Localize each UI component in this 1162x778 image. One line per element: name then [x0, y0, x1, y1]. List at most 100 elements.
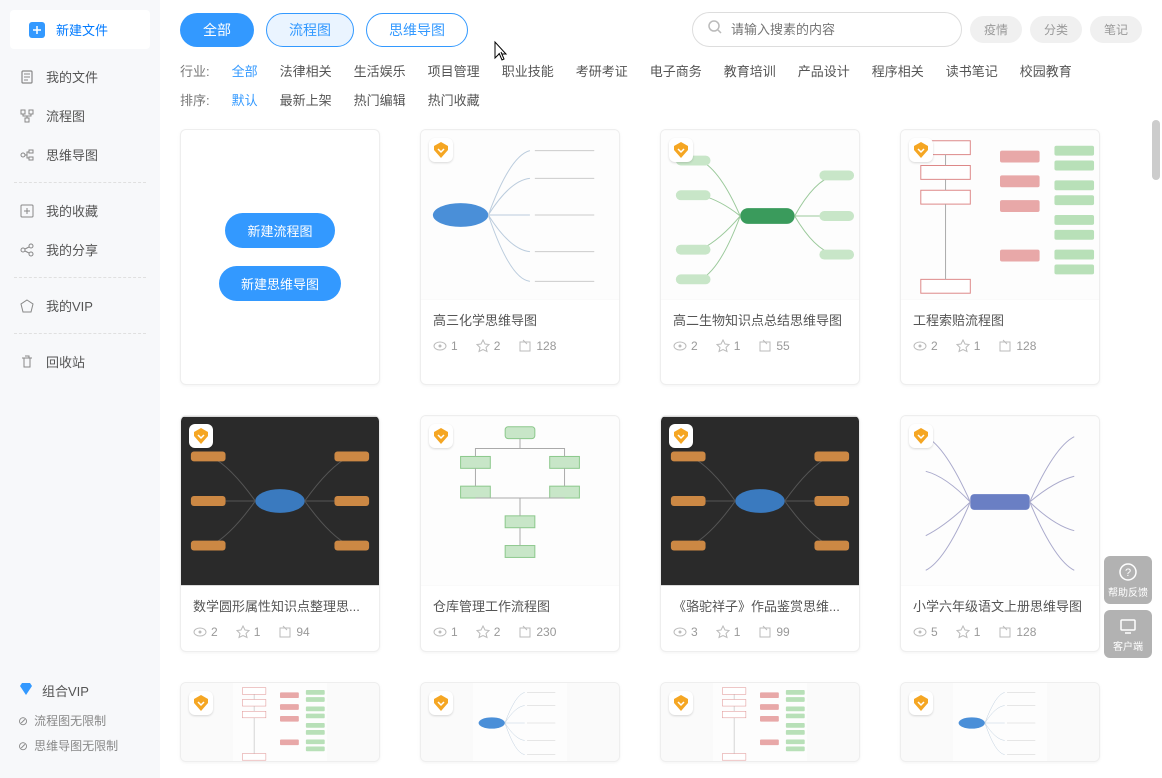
vip-badge-icon — [909, 138, 933, 162]
filter-industry-0[interactable]: 全部 — [232, 61, 258, 80]
filter-sort-1[interactable]: 最新上架 — [280, 90, 332, 109]
card-title: 高二生物知识点总结思维导图 — [673, 310, 847, 329]
template-card[interactable]: 小学六年级语文上册思维导图 5 1 128 — [900, 415, 1100, 652]
stars-stat: 2 — [476, 339, 501, 353]
views-stat: 2 — [913, 339, 938, 353]
filter-sort-3[interactable]: 热门收藏 — [428, 90, 480, 109]
filter-sort-0[interactable]: 默认 — [232, 90, 258, 109]
filter-industry-4[interactable]: 职业技能 — [502, 61, 554, 80]
sidebar-item-vip[interactable]: 我的VIP — [0, 286, 160, 325]
template-card[interactable] — [900, 682, 1100, 762]
label: 组合VIP — [42, 681, 89, 700]
template-card[interactable]: 《骆驼祥子》作品鉴赏思维... 3 1 99 — [660, 415, 860, 652]
new-file-button[interactable]: 新建文件 — [10, 10, 150, 49]
uses-stat: 128 — [518, 339, 556, 353]
uses-stat: 128 — [998, 339, 1036, 353]
sidebar-item-mindmap[interactable]: 思维导图 — [0, 135, 160, 174]
sort-filter: 排序: 默认 最新上架 热门编辑 热门收藏 — [180, 90, 1142, 109]
card-thumbnail — [661, 416, 859, 586]
card-title: 小学六年级语文上册思维导图 — [913, 596, 1087, 615]
label: 我的收藏 — [46, 201, 98, 220]
sidebar-item-myfiles[interactable]: 我的文件 — [0, 57, 160, 96]
scrollbar[interactable] — [1152, 120, 1160, 180]
sort-label: 排序: — [180, 90, 210, 109]
tag-epidemic[interactable]: 疫情 — [970, 16, 1022, 43]
label: 思维导图 — [46, 145, 98, 164]
label: 流程图 — [46, 106, 85, 125]
card-thumbnail — [421, 683, 619, 762]
template-card[interactable]: 工程索赔流程图 2 1 128 — [900, 129, 1100, 385]
vip-flow-item: ⊘ 流程图无限制 — [0, 708, 160, 733]
template-card[interactable]: 高二生物知识点总结思维导图 2 1 55 — [660, 129, 860, 385]
uses-stat: 230 — [518, 625, 556, 639]
label: 我的文件 — [46, 67, 98, 86]
card-thumbnail — [901, 130, 1099, 300]
filter-industry-9[interactable]: 程序相关 — [872, 61, 924, 80]
plus-icon — [28, 21, 46, 39]
uses-stat: 55 — [758, 339, 789, 353]
stars-stat: 1 — [716, 339, 741, 353]
template-card[interactable] — [180, 682, 380, 762]
filter-industry-11[interactable]: 校园教育 — [1020, 61, 1072, 80]
sidebar-item-favorites[interactable]: 我的收藏 — [0, 191, 160, 230]
industry-label: 行业: — [180, 61, 210, 80]
label: 我的分享 — [46, 240, 98, 259]
vip-badge-icon — [669, 424, 693, 448]
label: 回收站 — [46, 352, 85, 371]
search-input[interactable] — [731, 22, 947, 37]
filter-industry-7[interactable]: 教育培训 — [724, 61, 776, 80]
diamond-icon — [18, 681, 34, 700]
template-card[interactable]: 数学圆形属性知识点整理思... 2 1 94 — [180, 415, 380, 652]
float-buttons: ? 帮助反馈 客户端 — [1104, 556, 1152, 658]
sidebar-item-flowchart[interactable]: 流程图 — [0, 96, 160, 135]
help-feedback-button[interactable]: ? 帮助反馈 — [1104, 556, 1152, 604]
views-stat: 3 — [673, 625, 698, 639]
tab-all[interactable]: 全部 — [180, 13, 254, 47]
tag-category[interactable]: 分类 — [1030, 16, 1082, 43]
tab-flowchart[interactable]: 流程图 — [266, 13, 354, 47]
new-mindmap-button[interactable]: 新建思维导图 — [219, 266, 341, 301]
card-thumbnail — [181, 683, 379, 762]
filter-industry-5[interactable]: 考研考证 — [576, 61, 628, 80]
share-icon — [18, 241, 36, 259]
vip-badge-icon — [189, 691, 213, 715]
tag-notes[interactable]: 笔记 — [1090, 16, 1142, 43]
views-stat: 1 — [433, 625, 458, 639]
search-box — [692, 12, 962, 47]
template-card[interactable] — [660, 682, 860, 762]
mindmap-icon — [18, 146, 36, 164]
sidebar-item-trash[interactable]: 回收站 — [0, 342, 160, 381]
views-stat: 2 — [193, 625, 218, 639]
tab-mindmap[interactable]: 思维导图 — [366, 13, 468, 47]
file-icon — [18, 68, 36, 86]
uses-stat: 99 — [758, 625, 789, 639]
client-button[interactable]: 客户端 — [1104, 610, 1152, 658]
template-card[interactable]: 仓库管理工作流程图 1 2 230 — [420, 415, 620, 652]
template-card[interactable]: 高三化学思维导图 1 2 128 — [420, 129, 620, 385]
card-title: 高三化学思维导图 — [433, 310, 607, 329]
filter-industry-3[interactable]: 项目管理 — [428, 61, 480, 80]
filter-industry-10[interactable]: 读书笔记 — [946, 61, 998, 80]
sidebar-item-shares[interactable]: 我的分享 — [0, 230, 160, 269]
vip-icon — [18, 297, 36, 315]
card-thumbnail — [421, 416, 619, 586]
check-icon: ⊘ — [18, 714, 28, 728]
combo-vip[interactable]: 组合VIP — [0, 673, 160, 708]
filter-industry-6[interactable]: 电子商务 — [650, 61, 702, 80]
filter-sort-2[interactable]: 热门编辑 — [354, 90, 406, 109]
filter-industry-2[interactable]: 生活娱乐 — [354, 61, 406, 80]
uses-stat: 128 — [998, 625, 1036, 639]
vip-badge-icon — [909, 424, 933, 448]
card-thumbnail — [181, 416, 379, 586]
check-icon: ⊘ — [18, 739, 28, 753]
label: 我的VIP — [46, 296, 93, 315]
filter-industry-1[interactable]: 法律相关 — [280, 61, 332, 80]
template-card[interactable] — [420, 682, 620, 762]
stars-stat: 1 — [956, 339, 981, 353]
views-stat: 1 — [433, 339, 458, 353]
filter-industry-8[interactable]: 产品设计 — [798, 61, 850, 80]
card-thumbnail — [661, 130, 859, 300]
new-flowchart-button[interactable]: 新建流程图 — [225, 213, 334, 248]
vip-badge-icon — [429, 691, 453, 715]
views-stat: 5 — [913, 625, 938, 639]
